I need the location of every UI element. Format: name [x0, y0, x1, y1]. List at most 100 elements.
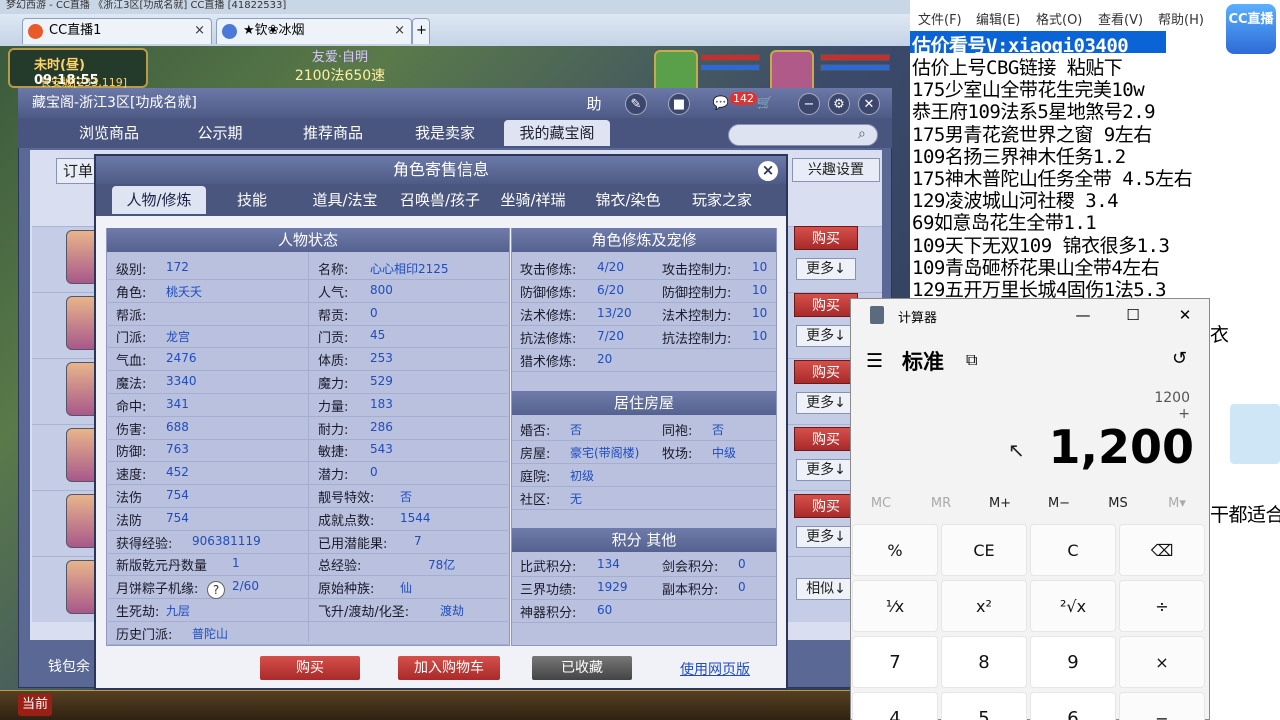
info-value: 7/20	[597, 329, 624, 343]
channel-button[interactable]: 当前	[18, 694, 52, 716]
buy-button[interactable]: 购买	[794, 494, 858, 518]
dialog-close-icon[interactable]: ×	[758, 161, 778, 181]
memory-recall-button[interactable]: MR	[916, 496, 966, 516]
player-banner: 友爱·自明 2100法650速	[270, 46, 410, 84]
tab-mounts[interactable]: 坐骑/祥瑞	[492, 186, 574, 214]
menu-help[interactable]: 帮助(H)	[1158, 9, 1204, 28]
close-icon[interactable]: ✕	[858, 93, 880, 115]
info-value: 初级	[570, 469, 595, 483]
info-label: 法术修炼:	[520, 309, 577, 324]
cart-icon[interactable]: 🛒	[754, 93, 776, 115]
menu-file[interactable]: 文件(F)	[918, 9, 962, 28]
interest-settings-button[interactable]: 兴趣设置	[792, 158, 880, 182]
key-four-button[interactable]: 4	[852, 692, 938, 720]
key-eight-button[interactable]: 8	[941, 636, 1027, 688]
add-to-cart-button[interactable]: 加入购物车	[398, 656, 500, 680]
stat-value: 45	[370, 328, 386, 343]
key-percent-button[interactable]: %	[852, 524, 938, 576]
pet-mp-bar	[700, 64, 760, 71]
more-button[interactable]: 更多↓	[796, 258, 856, 280]
more-button[interactable]: 更多↓	[796, 325, 856, 347]
buy-button[interactable]: 购买	[794, 427, 858, 451]
menu-format[interactable]: 格式(O)	[1036, 9, 1082, 28]
memory-store-button[interactable]: MS	[1093, 496, 1143, 516]
browser-tab-cc[interactable]: CC直播1 ×	[22, 18, 212, 44]
key-backspace-button[interactable]: ⌫	[1119, 524, 1205, 576]
info-label: 房屋:	[520, 447, 551, 462]
key-seven-button[interactable]: 7	[852, 636, 938, 688]
tab-browse[interactable]: 浏览商品	[60, 120, 158, 146]
key-six-button[interactable]: 6	[1030, 692, 1116, 720]
buy-button[interactable]: 购买	[794, 360, 858, 384]
tab-skills[interactable]: 技能	[222, 186, 282, 214]
key-clear-entry-button[interactable]: CE	[941, 524, 1027, 576]
hamburger-icon[interactable]: ☰	[866, 350, 883, 372]
similar-button[interactable]: 相似↓	[796, 578, 856, 600]
memory-add-button[interactable]: M+	[975, 496, 1025, 516]
buy-button[interactable]: 购买	[794, 293, 858, 317]
help-icon[interactable]: ?	[207, 581, 225, 599]
memory-list-button[interactable]: M▾	[1152, 496, 1202, 516]
stat-value: 心心相印2125	[370, 262, 449, 276]
tab-close-icon[interactable]: ×	[194, 19, 205, 43]
stat-value: 172	[166, 260, 189, 274]
key-nine-button[interactable]: 9	[1030, 636, 1116, 688]
tab-public[interactable]: 公示期	[180, 120, 260, 146]
key-square-button[interactable]: x²	[941, 580, 1027, 632]
key-five-button[interactable]: 5	[941, 692, 1027, 720]
more-button[interactable]: 更多↓	[796, 459, 856, 481]
order-button[interactable]: 订单	[56, 158, 96, 184]
settings-icon[interactable]: ⚙	[828, 93, 850, 115]
key-divide-button[interactable]: ÷	[1119, 580, 1205, 632]
key-clear-button[interactable]: C	[1030, 524, 1116, 576]
history-icon[interactable]: ↺	[1172, 348, 1187, 369]
key-reciprocal-button[interactable]: ¹⁄x	[852, 580, 938, 632]
stat-label: 成就点数:	[318, 513, 375, 529]
tab-items[interactable]: 道具/法宝	[302, 186, 388, 214]
floating-widget[interactable]	[1230, 404, 1280, 464]
new-tab-button[interactable]: +	[412, 18, 430, 44]
info-label: 抗法修炼:	[520, 332, 577, 347]
key-multiply-button[interactable]: ×	[1119, 636, 1205, 688]
minimize-button[interactable]: —	[1068, 302, 1098, 328]
tab-recommend[interactable]: 推荐商品	[286, 120, 380, 146]
tab-pets[interactable]: 召唤兽/孩子	[392, 186, 488, 214]
stat-label: 门贡:	[318, 331, 349, 347]
memory-subtract-button[interactable]: M−	[1034, 496, 1084, 516]
row-divider	[512, 348, 776, 349]
info-label: 法术控制力:	[662, 309, 732, 324]
search-icon[interactable]: ⌕	[858, 126, 866, 142]
memory-clear-button[interactable]: MC	[856, 496, 906, 516]
tab-seller[interactable]: 我是卖家	[398, 120, 492, 146]
info-label: 猎术修炼:	[520, 355, 577, 370]
key-square-root-button[interactable]: ²√x	[1030, 580, 1116, 632]
menu-edit[interactable]: 编辑(E)	[976, 9, 1020, 28]
menu-view[interactable]: 查看(V)	[1098, 9, 1143, 28]
minimize-icon[interactable]: −	[798, 93, 820, 115]
more-button[interactable]: 更多↓	[796, 392, 856, 414]
tab-home[interactable]: 玩家之家	[682, 186, 762, 214]
key-minus-button[interactable]: −	[1119, 692, 1205, 720]
message-icon[interactable]: 💬	[710, 93, 732, 115]
stat-value: 800	[370, 282, 393, 297]
browser-tab-game[interactable]: ★钦❀冰烟 ×	[216, 18, 412, 44]
more-button[interactable]: 更多↓	[796, 526, 856, 548]
buy-button[interactable]: 购买	[794, 226, 858, 250]
web-version-link[interactable]: 使用网页版	[680, 659, 760, 679]
close-button[interactable]: ✕	[1170, 302, 1200, 328]
maximize-button[interactable]: ☐	[1118, 302, 1148, 328]
tab-close-icon[interactable]: ×	[394, 19, 405, 43]
dialog-buy-button[interactable]: 购买	[260, 656, 360, 680]
search-input[interactable]	[728, 124, 878, 146]
help-button[interactable]: 助	[583, 93, 605, 115]
tab-outfits[interactable]: 锦衣/染色	[586, 186, 670, 214]
keep-on-top-icon[interactable]: ⧉	[966, 350, 977, 370]
stop-icon[interactable]: ■	[668, 93, 690, 115]
stat-value: 龙宫	[166, 330, 191, 345]
favorited-button[interactable]: 已收藏	[532, 656, 632, 680]
info-label: 同袍:	[662, 424, 693, 439]
edit-icon[interactable]: ✎	[625, 93, 647, 115]
tab-character[interactable]: 人物/修炼	[112, 186, 206, 214]
tab-my-pavilion[interactable]: 我的藏宝阁	[504, 120, 610, 146]
row-divider	[512, 302, 776, 303]
